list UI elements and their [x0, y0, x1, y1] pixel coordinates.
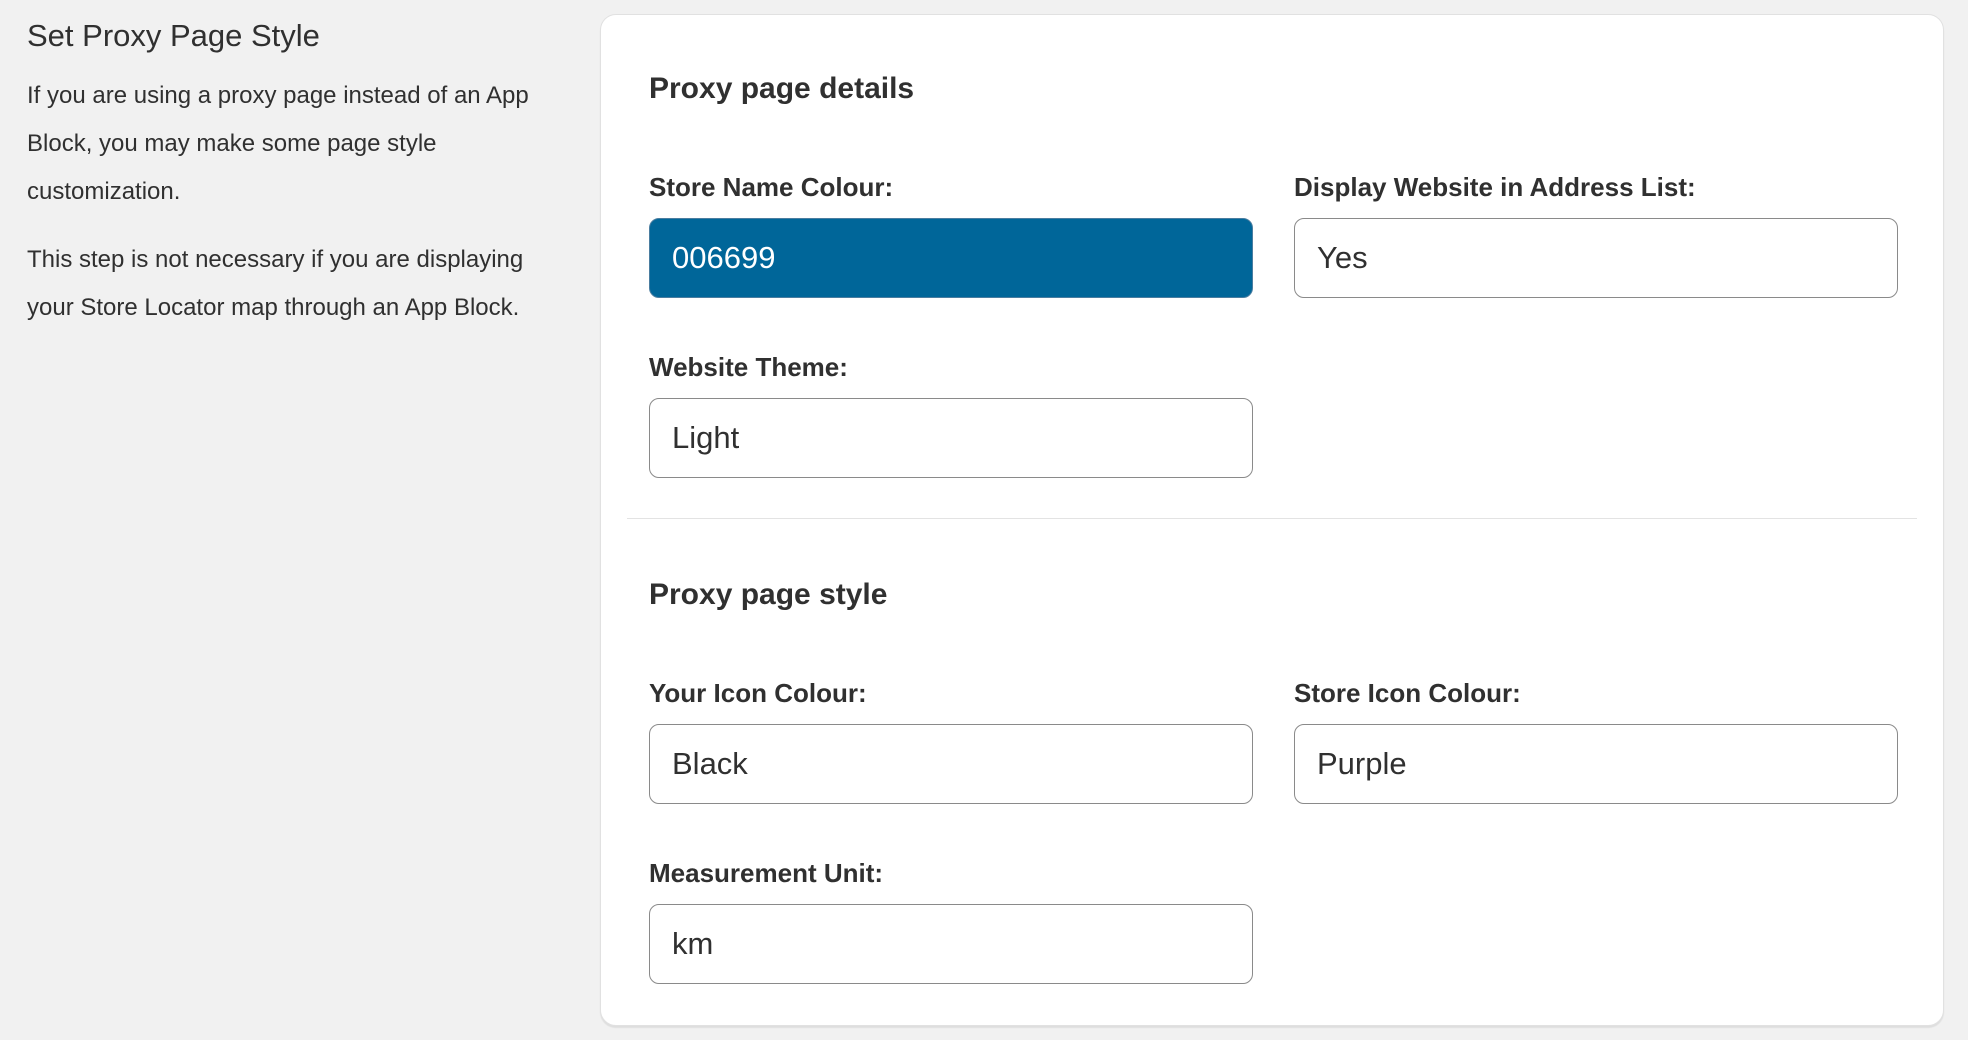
description-column: Set Proxy Page Style If you are using a …	[27, 14, 572, 352]
website-theme-field: Website Theme: Light	[649, 350, 1253, 478]
display-website-select[interactable]: Yes	[1294, 218, 1898, 298]
measurement-unit-field: Measurement Unit: km	[649, 856, 1253, 984]
section-divider	[627, 518, 1917, 519]
measurement-unit-select[interactable]: km	[649, 904, 1253, 984]
proxy-details-section: Proxy page details Store Name Colour: 00…	[649, 67, 1898, 478]
store-icon-colour-label: Store Icon Colour:	[1294, 678, 1521, 708]
your-icon-colour-field: Your Icon Colour: Black	[649, 676, 1253, 804]
store-name-colour-input[interactable]: 006699	[649, 218, 1253, 298]
your-icon-colour-label: Your Icon Colour:	[649, 678, 867, 708]
display-website-label: Display Website in Address List:	[1294, 172, 1696, 202]
description-note: This step is not necessary if you are di…	[27, 246, 524, 321]
section-heading: Set Proxy Page Style	[27, 18, 320, 53]
display-website-field: Display Website in Address List: Yes	[1294, 170, 1898, 298]
proxy-details-title: Proxy page details	[649, 72, 915, 105]
your-icon-colour-select[interactable]: Black	[649, 724, 1253, 804]
description-paragraph: If you are using a proxy page instead of…	[27, 82, 529, 205]
store-name-colour-label: Store Name Colour:	[649, 172, 894, 202]
website-theme-label: Website Theme:	[649, 352, 848, 382]
store-icon-colour-field: Store Icon Colour: Purple	[1294, 676, 1898, 804]
store-name-colour-field: Store Name Colour: 006699	[649, 170, 1253, 298]
store-icon-colour-select[interactable]: Purple	[1294, 724, 1898, 804]
measurement-unit-label: Measurement Unit:	[649, 858, 884, 888]
website-theme-select[interactable]: Light	[649, 398, 1253, 478]
proxy-style-section: Proxy page style Your Icon Colour: Black…	[649, 573, 1898, 984]
proxy-style-title: Proxy page style	[649, 578, 888, 611]
settings-card: Proxy page details Store Name Colour: 00…	[600, 14, 1944, 1026]
